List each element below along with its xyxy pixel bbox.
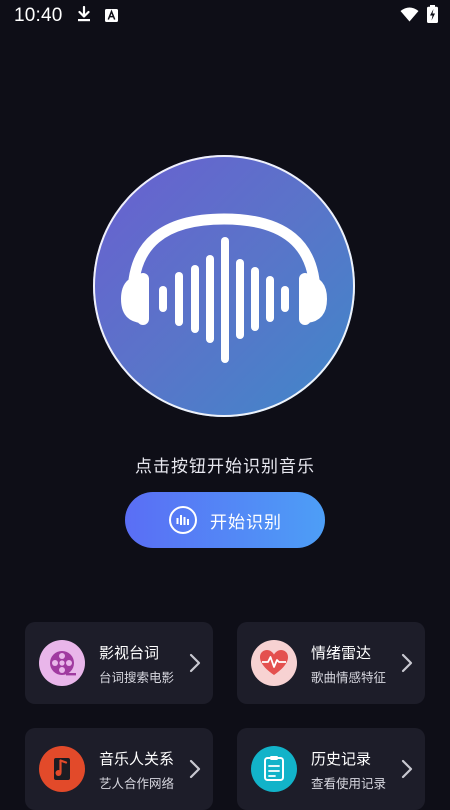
film-reel-icon	[39, 640, 85, 686]
a-badge-icon	[104, 7, 118, 26]
card-subtitle: 艺人合作网络	[99, 776, 175, 791]
start-recognition-button[interactable]: 开始识别	[125, 492, 325, 548]
chevron-right-icon	[189, 653, 201, 673]
music-note-icon	[39, 746, 85, 792]
audio-bars-icon	[168, 505, 198, 535]
card-history[interactable]: 历史记录 查看使用记录	[237, 728, 425, 810]
download-icon	[77, 5, 91, 26]
card-subtitle: 台词搜索电影	[99, 670, 175, 685]
start-button-label: 开始识别	[210, 512, 282, 533]
card-title: 音乐人关系	[99, 750, 175, 768]
card-title: 历史记录	[311, 750, 372, 768]
battery-charging-icon	[427, 5, 438, 27]
card-musician-relations[interactable]: 音乐人关系 艺人合作网络	[25, 728, 213, 810]
wifi-icon	[400, 7, 419, 26]
status-bar: 10:40	[0, 0, 450, 32]
chevron-right-icon	[401, 759, 413, 779]
card-subtitle: 查看使用记录	[311, 776, 387, 791]
chevron-right-icon	[189, 759, 201, 779]
hint-text: 点击按钮开始识别音乐	[135, 457, 315, 477]
card-subtitle: 歌曲情感特征	[311, 670, 387, 685]
heart-pulse-icon	[251, 640, 297, 686]
status-left: 10:40	[14, 5, 118, 27]
status-right	[400, 5, 438, 27]
status-time: 10:40	[14, 5, 63, 26]
headphones-waveform-icon	[121, 213, 327, 363]
card-title: 情绪雷达	[311, 644, 372, 662]
card-movie-lines[interactable]: 影视台词 台词搜索电影	[25, 622, 213, 704]
clipboard-icon	[251, 746, 297, 792]
card-emotion-radar[interactable]: 情绪雷达 歌曲情感特征	[237, 622, 425, 704]
chevron-right-icon	[401, 653, 413, 673]
hero-logo-circle	[93, 155, 355, 417]
card-title: 影视台词	[99, 644, 160, 662]
